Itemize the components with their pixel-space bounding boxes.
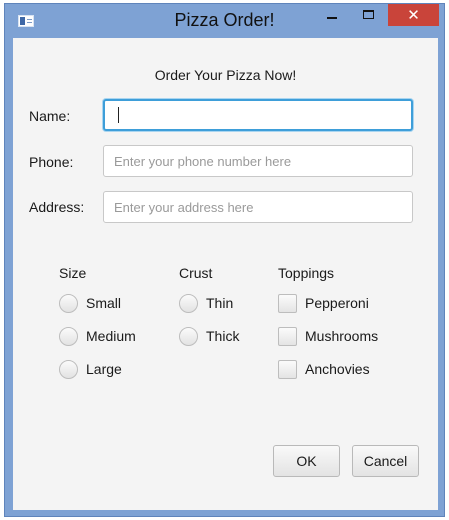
phone-label: Phone: [29,154,74,170]
size-option-small[interactable]: Small [59,292,121,314]
window-frame: Pizza Order! ✕ Order Your Pizza Now! Nam… [4,3,445,517]
address-label: Address: [29,199,85,215]
size-option-label: Medium [86,328,136,344]
maximize-button[interactable] [354,4,382,28]
minimize-button[interactable] [318,4,346,28]
topping-option-pepperoni[interactable]: Pepperoni [278,292,369,314]
size-option-large[interactable]: Large [59,358,122,380]
name-input[interactable] [103,99,413,131]
toppings-group-title: Toppings [278,265,335,281]
minimize-icon [327,16,337,19]
topping-option-label: Mushrooms [305,328,379,344]
close-icon: ✕ [407,7,420,24]
crust-option-thin[interactable]: Thin [179,292,233,314]
crust-option-thick[interactable]: Thick [179,325,239,347]
radio-button[interactable] [59,326,78,346]
form-heading: Order Your Pizza Now! [154,67,297,83]
title-bar[interactable]: Pizza Order! ✕ [5,4,444,38]
ok-button[interactable]: OK [273,445,340,477]
topping-option-mushrooms[interactable]: Mushrooms [278,325,378,347]
crust-group-title: Crust [179,265,213,281]
crust-option-label: Thin [206,295,234,311]
size-option-label: Small [86,295,122,311]
maximize-icon [362,9,374,19]
topping-option-anchovies[interactable]: Anchovies [278,358,370,380]
topping-option-label: Pepperoni [305,295,369,311]
phone-input[interactable] [103,145,413,177]
size-option-medium[interactable]: Medium [59,325,136,347]
address-input[interactable] [103,191,413,223]
size-group-title: Size [59,265,87,281]
text-caret [118,107,119,123]
name-label: Name: [29,108,71,124]
checkbox[interactable] [278,293,297,313]
checkbox[interactable] [278,359,297,379]
close-button[interactable]: ✕ [388,4,439,26]
radio-button[interactable] [59,293,78,313]
cancel-button[interactable]: Cancel [352,445,419,477]
topping-option-label: Anchovies [305,361,370,377]
size-option-label: Large [86,361,122,377]
radio-button[interactable] [59,359,78,379]
radio-button[interactable] [179,326,198,346]
crust-option-label: Thick [206,328,240,344]
form-panel: Order Your Pizza Now! Name: Phone: Addre… [13,38,438,510]
radio-button[interactable] [179,293,198,313]
checkbox[interactable] [278,326,297,346]
